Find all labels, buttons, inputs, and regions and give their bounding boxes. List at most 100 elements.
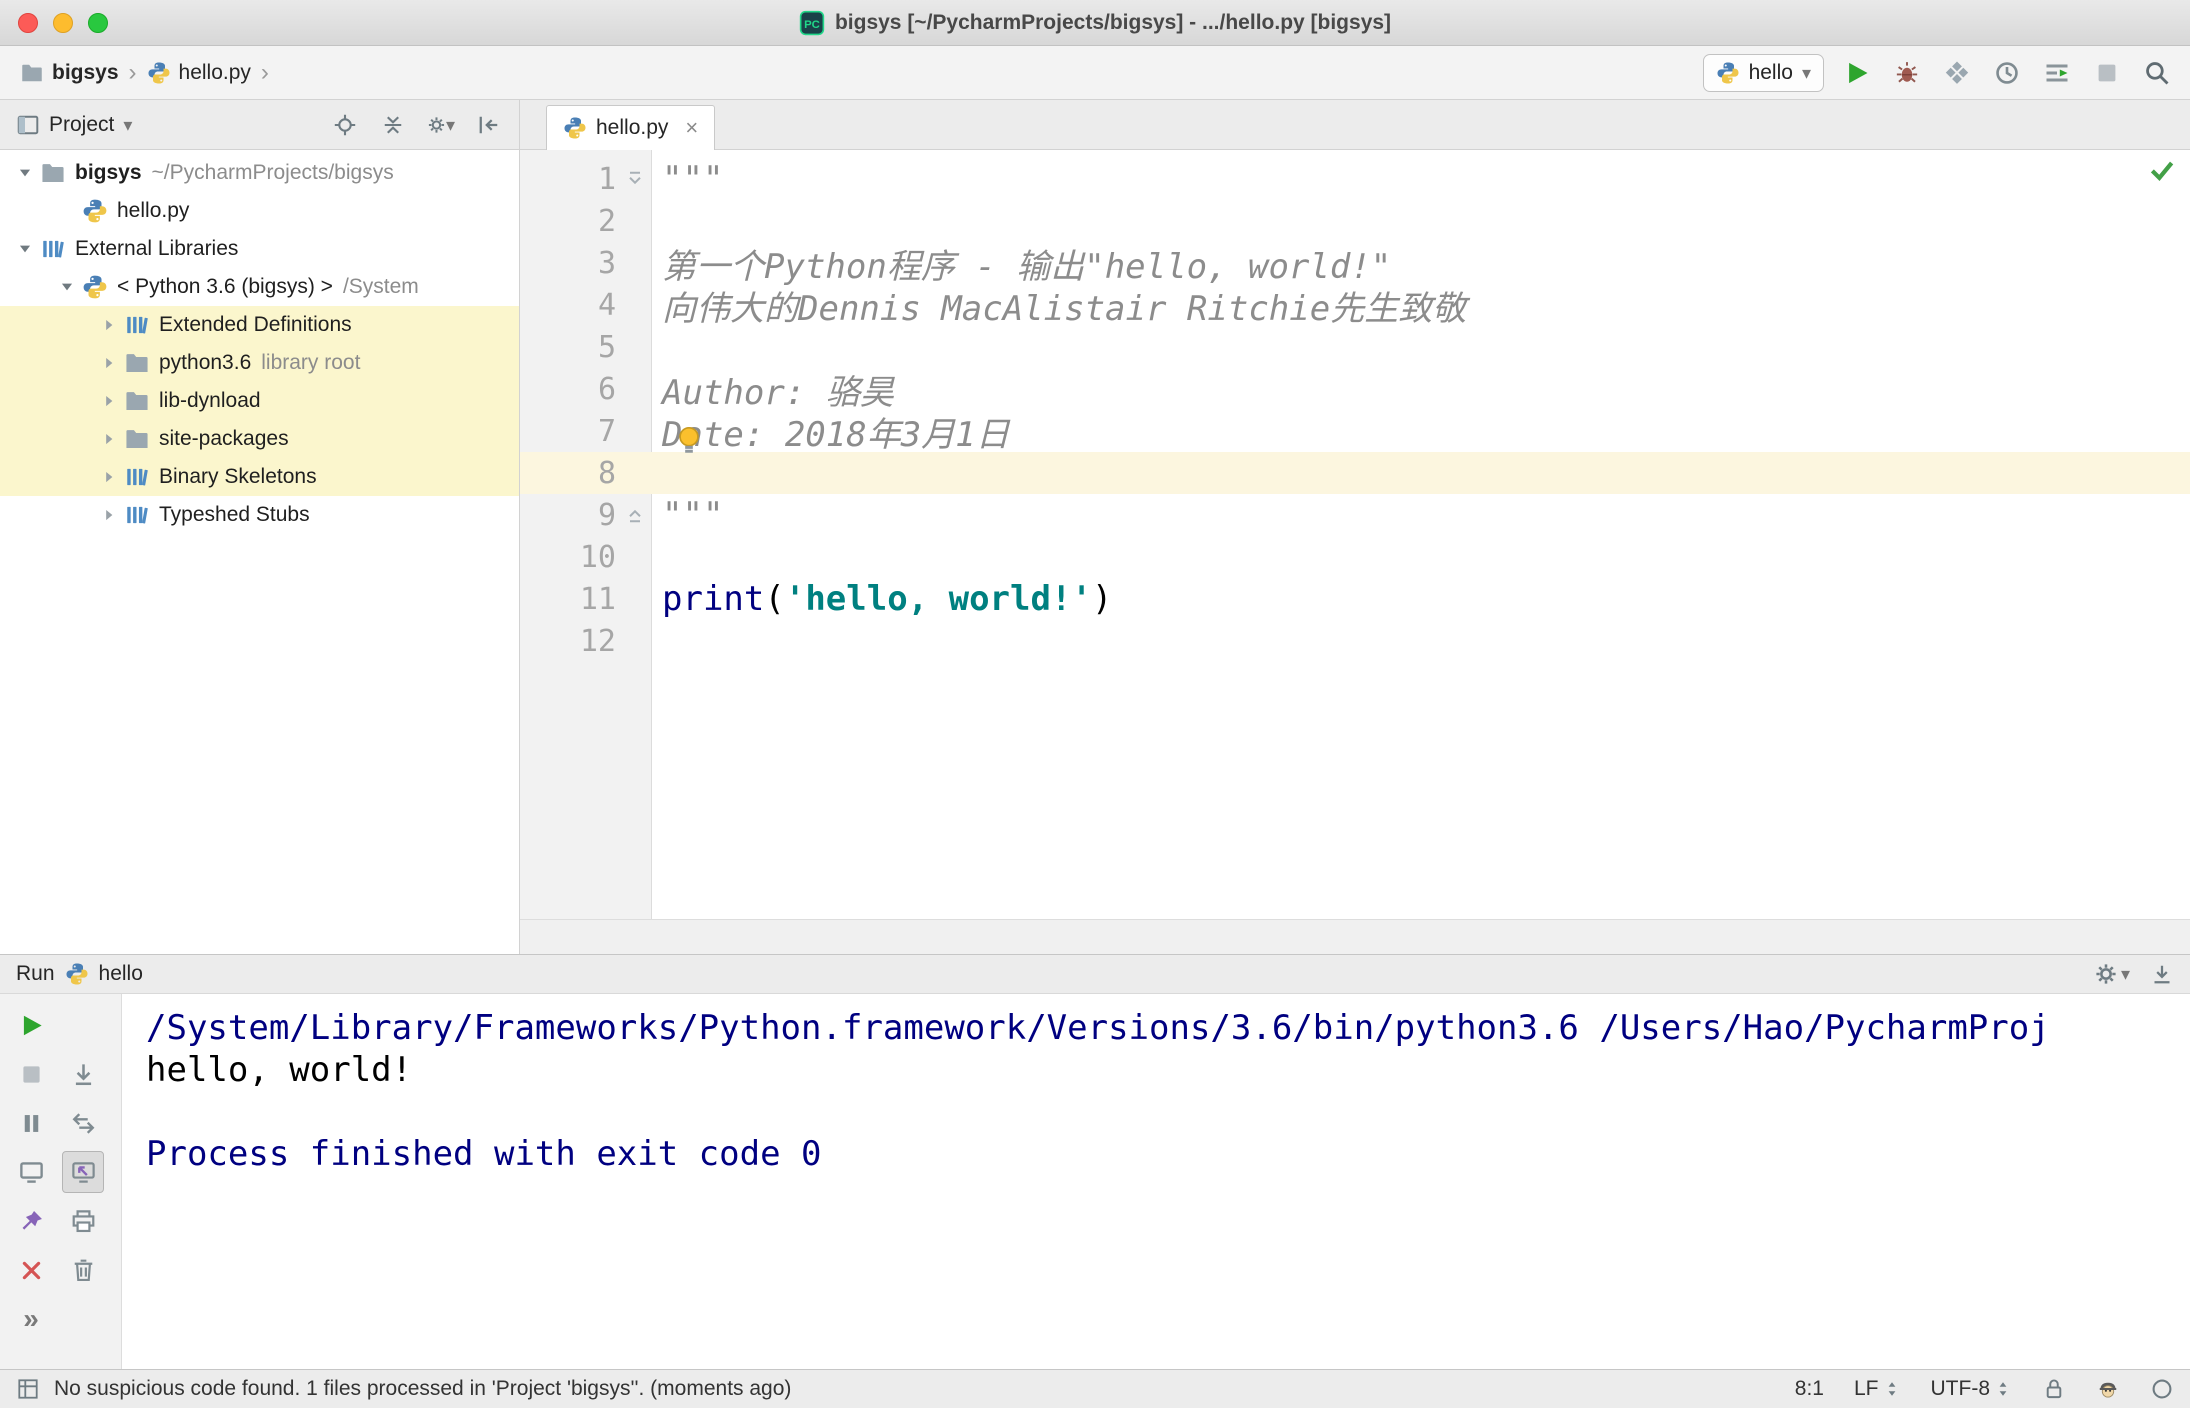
chevron-right-icon[interactable]: [94, 427, 124, 451]
editor-line-12[interactable]: 12: [520, 620, 2190, 662]
tree-item-bigsys[interactable]: bigsys ~/PycharmProjects/bigsys: [0, 154, 519, 192]
more-options-button[interactable]: »: [10, 1298, 52, 1340]
updown-icon: [1883, 1380, 1901, 1398]
breadcrumb-separator-icon: ›: [260, 58, 269, 86]
editor-line-2[interactable]: 2: [520, 200, 2190, 242]
chevron-right-icon[interactable]: [94, 351, 124, 375]
run-process-name[interactable]: hello: [99, 962, 143, 986]
main-area: Project ▾ ▾ bigsys ~/PycharmProjects/bigs…: [0, 100, 2190, 954]
editor-line-6[interactable]: 6 Author: 骆昊: [520, 368, 2190, 413]
chevron-down-icon[interactable]: [52, 275, 82, 299]
readonly-lock-icon[interactable]: [2042, 1377, 2066, 1401]
python-icon: [82, 198, 108, 224]
print-console-button[interactable]: [62, 1200, 104, 1242]
hide-panel-icon[interactable]: [475, 111, 503, 139]
chevron-right-icon[interactable]: [94, 389, 124, 413]
folder-icon: [40, 160, 66, 186]
line-number: 3: [597, 245, 616, 281]
chevron-right-icon[interactable]: [94, 503, 124, 527]
debug-button[interactable]: [1890, 56, 1924, 90]
editor-tab-bar: hello.py ×: [520, 100, 2190, 150]
tab-hello-py[interactable]: hello.py ×: [546, 105, 716, 150]
minimize-window-button[interactable]: [53, 13, 73, 33]
run-panel-title[interactable]: Run: [16, 962, 55, 986]
hector-inspections-icon[interactable]: [2096, 1377, 2120, 1401]
profiler-button[interactable]: [1990, 56, 2024, 90]
pycharm-window: PC bigsys [~/PycharmProjects/bigsys] - .…: [0, 0, 2190, 1408]
fold-marker-icon[interactable]: [616, 169, 654, 189]
project-panel-header: Project ▾ ▾: [0, 100, 519, 150]
run-button[interactable]: [1840, 56, 1874, 90]
thread-dump-button[interactable]: [10, 1151, 52, 1193]
toolwindow-toggle-icon[interactable]: [16, 1377, 40, 1401]
zoom-window-button[interactable]: [88, 13, 108, 33]
editor-line-10[interactable]: 10: [520, 536, 2190, 578]
line-separator-widget[interactable]: LF: [1854, 1377, 1901, 1401]
chevron-right-icon[interactable]: [94, 313, 124, 337]
breadcrumb-item-bigsys[interactable]: bigsys: [16, 59, 123, 87]
console-line: hello, world!: [146, 1050, 413, 1090]
tree-item-binary-skeletons[interactable]: Binary Skeletons: [0, 458, 519, 496]
stop-button[interactable]: [10, 1053, 52, 1095]
restore-layout-button[interactable]: [62, 1102, 104, 1144]
show-console-on-output-button[interactable]: [62, 1151, 104, 1193]
scroll-from-source-icon[interactable]: [331, 111, 359, 139]
tree-item-python-3.6-bigsys[interactable]: < Python 3.6 (bigsys) >/System: [0, 268, 519, 306]
editor-line-11[interactable]: 11 print('hello, world!'): [520, 578, 2190, 620]
breadcrumb: bigsys › hello.py ›: [16, 59, 275, 87]
inspections-ok-icon[interactable]: [2148, 156, 2176, 184]
close-tab-icon[interactable]: ×: [685, 117, 698, 139]
editor-line-4[interactable]: 4 向伟大的Dennis MacAlistair Ritchie先生致敬: [520, 284, 2190, 329]
chevron-down-icon[interactable]: [10, 161, 40, 185]
rerun-button[interactable]: [10, 1004, 52, 1046]
tree-item-external-libraries[interactable]: External Libraries: [0, 230, 519, 268]
python-icon: [1716, 61, 1740, 85]
editor-line-7[interactable]: 7 Date: 2018年3月1日: [520, 410, 2190, 455]
run-settings-button[interactable]: ▾: [2094, 962, 2130, 986]
stop-button[interactable]: [2090, 56, 2124, 90]
clear-all-button[interactable]: [62, 1249, 104, 1291]
tree-item-typeshed-stubs[interactable]: Typeshed Stubs: [0, 496, 519, 534]
editor-line-9[interactable]: 9 """: [520, 494, 2190, 536]
encoding-widget[interactable]: UTF-8: [1931, 1377, 2013, 1401]
python-icon: [147, 61, 171, 85]
console-output[interactable]: /System/Library/Frameworks/Python.framew…: [122, 994, 2190, 1369]
editor-line-3[interactable]: 3 第一个Python程序 - 输出"hello, world!": [520, 242, 2190, 287]
settings-icon[interactable]: ▾: [427, 111, 455, 139]
scroll-to-end-button[interactable]: [62, 1053, 104, 1095]
project-panel-title[interactable]: Project: [49, 113, 114, 137]
tree-item-python3.6[interactable]: python3.6 library root: [0, 344, 519, 382]
attach-button[interactable]: [10, 1200, 52, 1242]
titlebar[interactable]: PC bigsys [~/PycharmProjects/bigsys] - .…: [0, 0, 2190, 46]
hide-panel-icon[interactable]: [2150, 962, 2174, 986]
editor[interactable]: 1 """ 2 3 第一个Python程序 - 输出"hello, world!" 4 向伟…: [520, 150, 2190, 919]
chevron-down-icon[interactable]: ▾: [123, 116, 132, 134]
pause-output-button[interactable]: [10, 1102, 52, 1144]
python-icon: [563, 116, 587, 140]
tree-item-site-packages[interactable]: site-packages: [0, 420, 519, 458]
concurrency-diagram-button[interactable]: [2040, 56, 2074, 90]
editor-line-5[interactable]: 5: [520, 326, 2190, 368]
close-button[interactable]: [10, 1249, 52, 1291]
editor-code: 1 """ 2 3 第一个Python程序 - 输出"hello, world!" 4 向伟…: [520, 150, 2190, 662]
fold-marker-icon[interactable]: [616, 505, 654, 525]
caret-position-widget[interactable]: 8:1: [1795, 1377, 1824, 1401]
editor-line-1[interactable]: 1 """: [520, 158, 2190, 200]
line-number: 4: [597, 287, 616, 323]
search-everywhere-button[interactable]: [2140, 56, 2174, 90]
run-with-coverage-button[interactable]: [1940, 56, 1974, 90]
close-window-button[interactable]: [18, 13, 38, 33]
editor-line-8[interactable]: 8: [520, 452, 2190, 494]
tree-item-extended-definitions[interactable]: Extended Definitions: [0, 306, 519, 344]
event-log-icon[interactable]: [2150, 1377, 2174, 1401]
chevron-down-icon[interactable]: [10, 237, 40, 261]
chevron-right-icon[interactable]: [94, 465, 124, 489]
tree-item-hello.py[interactable]: hello.py: [0, 192, 519, 230]
tree-item-lib-dynload[interactable]: lib-dynload: [0, 382, 519, 420]
breadcrumb-item-hello-py[interactable]: hello.py: [143, 59, 255, 87]
intention-bulb-icon[interactable]: [672, 424, 706, 458]
line-number: 12: [579, 623, 616, 659]
run-configuration-select[interactable]: hello ▾: [1702, 53, 1824, 92]
collapse-all-icon[interactable]: [379, 111, 407, 139]
